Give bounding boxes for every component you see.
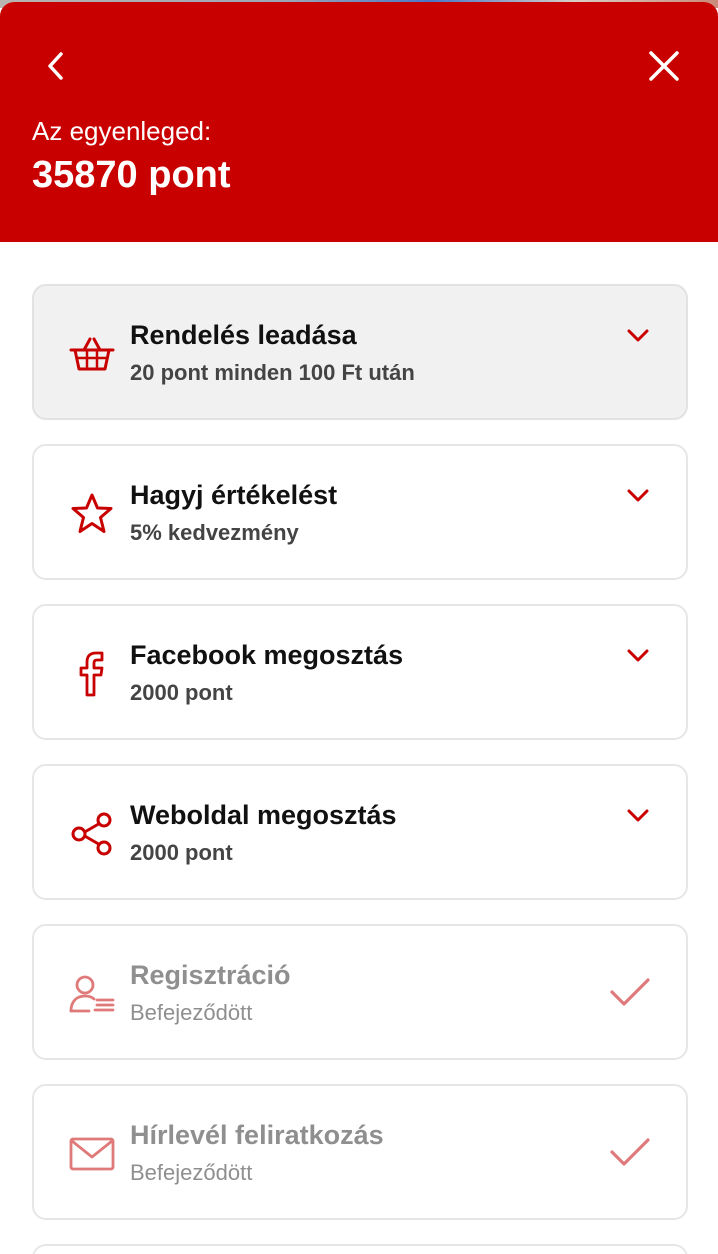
- reward-item-status: Befejeződött: [130, 1160, 253, 1185]
- reward-item-website-share[interactable]: Weboldal megosztás 2000 pont: [32, 764, 688, 900]
- reward-item-registration: Regisztráció Befejeződött: [32, 924, 688, 1060]
- basket-icon: [68, 332, 116, 376]
- reward-item-subtitle: 2000 pont: [130, 840, 233, 865]
- reward-item-facebook-share[interactable]: Facebook megosztás 2000 pont: [32, 604, 688, 740]
- share-icon: [68, 812, 116, 856]
- back-button[interactable]: [32, 42, 80, 90]
- reward-item-title: Regisztráció: [130, 960, 291, 990]
- reward-item-subtitle: 20 pont minden 100 Ft után: [130, 360, 415, 385]
- reward-item-status: Befejeződött: [130, 1000, 253, 1025]
- reward-item-subtitle: 2000 pont: [130, 680, 233, 705]
- facebook-icon: [68, 651, 116, 697]
- chevron-down-icon: [624, 322, 652, 350]
- balance-label: Az egyenleged:: [32, 116, 212, 146]
- rewards-list: Rendelés leadása 20 pont minden 100 Ft u…: [32, 284, 688, 1254]
- reward-item-review[interactable]: Hagyj értékelést 5% kedvezmény: [32, 444, 688, 580]
- reward-item-newsletter: Hírlevél feliratkozás Befejeződött: [32, 1084, 688, 1220]
- balance-value: 35870 pont: [32, 154, 231, 196]
- reward-item-subtitle: 5% kedvezmény: [130, 520, 299, 545]
- envelope-icon: [68, 1132, 116, 1176]
- reward-item-order[interactable]: Rendelés leadása 20 pont minden 100 Ft u…: [32, 284, 688, 420]
- rewards-sheet: Az egyenleged: 35870 pont Rendelés leadá…: [0, 2, 718, 1254]
- reward-item-title: Hagyj értékelést: [130, 480, 338, 510]
- reward-item-title: Facebook megosztás: [130, 640, 404, 670]
- close-icon: [649, 51, 679, 81]
- reward-item-title: Rendelés leadása: [130, 320, 357, 350]
- star-icon: [68, 492, 116, 536]
- close-button[interactable]: [640, 42, 688, 90]
- reward-item-next[interactable]: [32, 1244, 688, 1254]
- checkmark-icon: [608, 972, 652, 1012]
- chevron-down-icon: [624, 802, 652, 830]
- balance-header: Az egyenleged: 35870 pont: [0, 2, 718, 242]
- chevron-down-icon: [624, 482, 652, 510]
- reward-item-title: Weboldal megosztás: [130, 800, 397, 830]
- user-register-icon: [68, 972, 116, 1016]
- checkmark-icon: [608, 1132, 652, 1172]
- chevron-down-icon: [624, 642, 652, 670]
- reward-item-title: Hírlevél feliratkozás: [130, 1120, 384, 1150]
- chevron-left-icon: [48, 52, 63, 80]
